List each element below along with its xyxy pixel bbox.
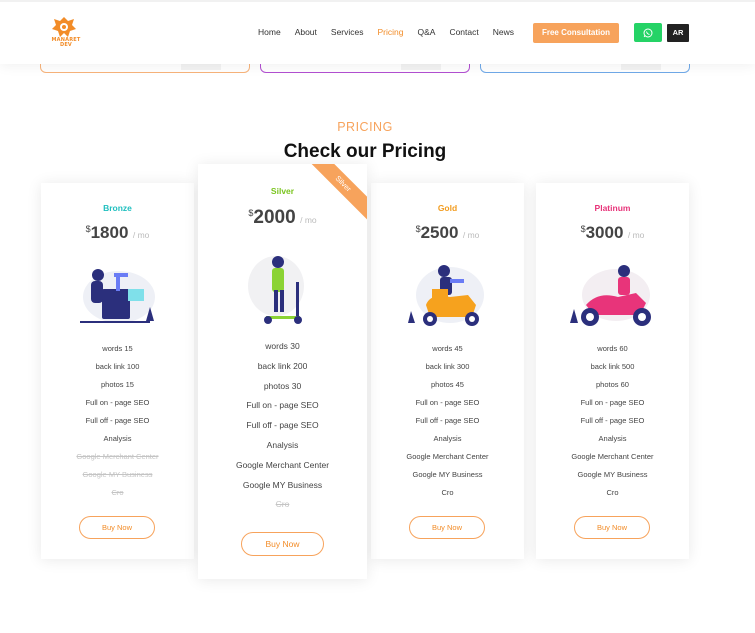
list-item: Google MY Business: [82, 470, 153, 479]
nav-item-pricing[interactable]: Pricing: [378, 27, 404, 37]
pricing-card-gold: Gold $2500 / mo words 45 back link 300 p…: [371, 183, 524, 559]
pricing-card-bronze: Bronze $1800 / mo words 15 back link 100…: [41, 183, 194, 559]
plan-name: Bronze: [103, 203, 132, 213]
list-item: Full on - page SEO: [415, 398, 480, 407]
plan-price: $3000 / mo: [580, 223, 645, 242]
feature-list: words 45 back link 300 photos 45 Full on…: [371, 340, 524, 502]
list-item: Full on - page SEO: [580, 398, 645, 407]
list-item: Full on - page SEO: [246, 400, 319, 411]
list-item: Analysis: [103, 434, 132, 443]
buy-now-button[interactable]: Buy Now: [79, 516, 155, 539]
pricing-card-platinum: Platinum $3000 / mo words 60 back link 5…: [536, 183, 689, 559]
list-item: Cro: [111, 488, 124, 497]
list-item: photos 45: [431, 380, 464, 389]
nav-item-contact[interactable]: Contact: [449, 27, 478, 37]
list-item: Analysis: [433, 434, 462, 443]
list-item: words 45: [432, 344, 463, 353]
nav-item-home[interactable]: Home: [258, 27, 281, 37]
free-consultation-button[interactable]: Free Consultation: [533, 23, 619, 43]
list-item: Full off - page SEO: [85, 416, 150, 425]
list-item: Google MY Business: [577, 470, 648, 479]
section-label: PRICING: [337, 120, 393, 134]
list-item: Full off - page SEO: [415, 416, 480, 425]
list-item: back link 500: [590, 362, 635, 371]
list-item: Full off - page SEO: [580, 416, 645, 425]
nav-item-services[interactable]: Services: [331, 27, 364, 37]
list-item: Analysis: [598, 434, 627, 443]
plan-price: $2000 / mo: [248, 207, 317, 228]
plan-price: $2500 / mo: [415, 223, 480, 242]
feature-list: words 15 back link 100 photos 15 Full on…: [41, 340, 194, 502]
buy-now-button[interactable]: Buy Now: [409, 516, 485, 539]
brand-logo-text: MANARET DEV: [51, 37, 81, 48]
list-item: Full on - page SEO: [85, 398, 150, 407]
nav-item-about[interactable]: About: [295, 27, 317, 37]
list-item: Google Merchant Center: [571, 452, 654, 461]
whatsapp-icon: [643, 28, 653, 37]
pricing-card-silver: Silver Silver $2000 / mo words 30 back l…: [198, 164, 367, 579]
list-item: Analysis: [266, 439, 299, 450]
list-item: Cro: [275, 499, 290, 510]
plan-name: Platinum: [594, 203, 631, 213]
list-item: words 30: [265, 341, 300, 351]
plan-name: Gold: [437, 203, 458, 213]
list-item: back link 200: [257, 360, 308, 371]
whatsapp-button[interactable]: [634, 23, 662, 42]
list-item: Google MY Business: [242, 479, 323, 490]
list-item: Cro: [441, 488, 454, 497]
list-item: photos 30: [263, 380, 302, 391]
list-item: back link 100: [95, 362, 140, 371]
feature-list: words 30 back link 200 photos 30 Full on…: [198, 337, 367, 515]
list-item: words 15: [102, 344, 133, 353]
plan-name: Silver: [270, 186, 295, 196]
person-on-scooter-illustration: [246, 252, 316, 330]
buy-now-button[interactable]: Buy Now: [574, 516, 650, 539]
list-item: Google Merchant Center: [235, 459, 330, 470]
list-item: Google Merchant Center: [406, 452, 489, 461]
list-item: Full off - page SEO: [246, 420, 319, 431]
language-toggle-button[interactable]: AR: [667, 24, 689, 42]
list-item: photos 60: [596, 380, 629, 389]
main-nav: Home About Services Pricing Q&A Contact …: [258, 27, 528, 37]
person-on-motorcycle-illustration: [568, 263, 658, 333]
site-header: MANARET DEV Home About Services Pricing …: [0, 0, 755, 64]
header-divider: [0, 0, 755, 2]
list-item: words 60: [597, 344, 628, 353]
list-item: Google MY Business: [412, 470, 483, 479]
list-item: Google Merchant Center: [76, 452, 159, 461]
person-at-desk-illustration: [76, 263, 162, 333]
list-item: photos 15: [101, 380, 134, 389]
nav-item-news[interactable]: News: [493, 27, 514, 37]
list-item: back link 300: [425, 362, 470, 371]
buy-now-button[interactable]: Buy Now: [241, 532, 324, 556]
section-title: Check our Pricing: [283, 141, 447, 162]
nav-item-qa[interactable]: Q&A: [417, 27, 435, 37]
list-item: Cro: [606, 488, 619, 497]
feature-list: words 60 back link 500 photos 60 Full on…: [536, 340, 689, 502]
person-on-moped-illustration: [406, 261, 490, 333]
plan-price: $1800 / mo: [85, 223, 150, 242]
